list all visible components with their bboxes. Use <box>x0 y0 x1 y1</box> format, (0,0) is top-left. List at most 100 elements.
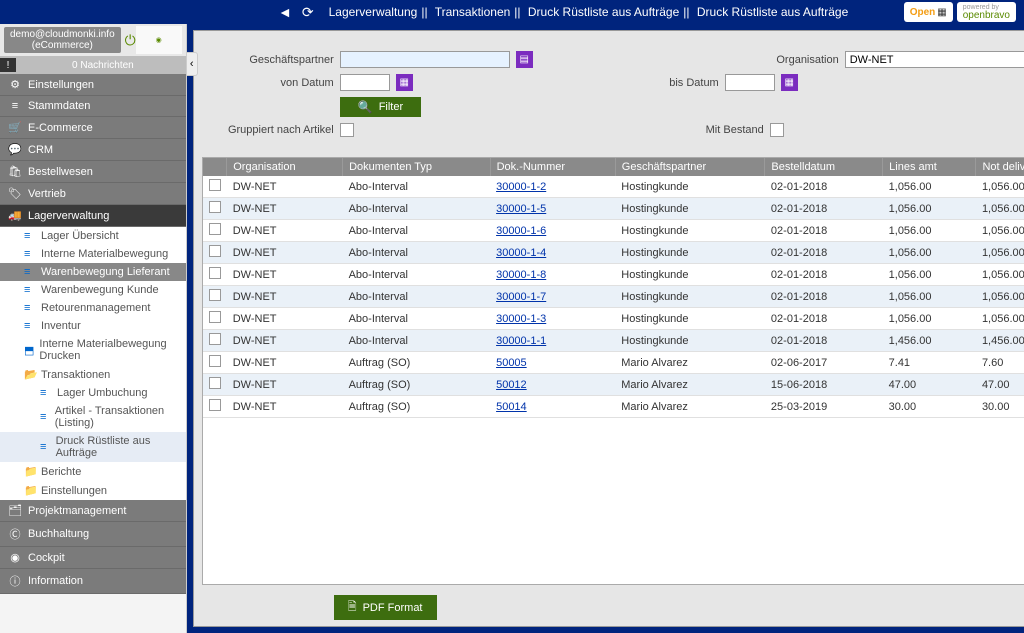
sub-item[interactable]: ≡Artikel - Transaktionen (Listing) <box>0 402 186 432</box>
sub-item[interactable]: ≡Lager Umbuchung <box>0 384 186 402</box>
row-checkbox[interactable] <box>209 377 221 389</box>
cell: 02-01-2018 <box>765 220 883 242</box>
group-label: Gruppiert nach Artikel <box>224 124 334 136</box>
doc-number-link[interactable]: 50005 <box>490 352 615 374</box>
column-header[interactable]: Lines amt <box>883 158 976 176</box>
refresh-icon[interactable]: ⟳ <box>302 4 314 21</box>
menu-item[interactable]: ⚙Einstellungen <box>0 74 186 96</box>
from-date-picker-button[interactable]: ▦ <box>396 74 413 91</box>
column-header[interactable]: Not delivery <box>976 158 1024 176</box>
cell: 1,056.00 <box>976 308 1024 330</box>
column-header[interactable]: Dok.-Nummer <box>490 158 615 176</box>
table-row[interactable]: DW-NETAbo-Interval30000-1-6Hostingkunde0… <box>203 220 1024 242</box>
messages-bar[interactable]: !0 Nachrichten <box>0 56 186 74</box>
sub-item[interactable]: ⬒Interne Materialbewegung Drucken <box>0 335 186 365</box>
user-badge[interactable]: demo@cloudmonki.info (eCommerce) <box>4 27 121 53</box>
filter-button[interactable]: 🔍Filter <box>340 97 421 117</box>
cell: Mario Alvarez <box>615 396 765 418</box>
table-row[interactable]: DW-NETAuftrag (SO)50012Mario Alvarez15-0… <box>203 374 1024 396</box>
cell: 1,056.00 <box>883 220 976 242</box>
doc-number-link[interactable]: 30000-1-6 <box>490 220 615 242</box>
alert-icon: ! <box>0 58 16 72</box>
bp-lookup-button[interactable]: ▤ <box>516 51 533 68</box>
table-row[interactable]: DW-NETAbo-Interval30000-1-5Hostingkunde0… <box>203 198 1024 220</box>
sub-item[interactable]: ≡Lager Übersicht <box>0 227 186 245</box>
doc-number-link[interactable]: 30000-1-3 <box>490 308 615 330</box>
doc-number-link[interactable]: 30000-1-2 <box>490 176 615 198</box>
breadcrumb-2[interactable]: Druck Rüstliste aus Aufträge <box>528 5 679 19</box>
sub-item[interactable]: ≡Retourenmanagement <box>0 299 186 317</box>
table-row[interactable]: DW-NETAbo-Interval30000-1-2Hostingkunde0… <box>203 176 1024 198</box>
menu-item[interactable]: 🏷Vertrieb <box>0 183 186 205</box>
sub-item[interactable]: ≡Interne Materialbewegung <box>0 245 186 263</box>
pdf-button[interactable]: 🗎PDF Format <box>334 595 437 620</box>
stock-checkbox[interactable] <box>770 123 784 137</box>
group-checkbox[interactable] <box>340 123 354 137</box>
cell: DW-NET <box>227 264 343 286</box>
row-checkbox[interactable] <box>209 355 221 367</box>
menu-item[interactable]: ≡Stammdaten <box>0 96 186 117</box>
row-checkbox[interactable] <box>209 399 221 411</box>
row-checkbox[interactable] <box>209 179 221 191</box>
table-row[interactable]: DW-NETAbo-Interval30000-1-7Hostingkunde0… <box>203 286 1024 308</box>
doc-number-link[interactable]: 30000-1-7 <box>490 286 615 308</box>
cell: DW-NET <box>227 352 343 374</box>
results-grid: OrganisationDokumenten TypDok.-NummerGes… <box>202 157 1024 585</box>
menu-item[interactable]: 🛍Bestellwesen <box>0 161 186 183</box>
row-checkbox[interactable] <box>209 289 221 301</box>
sub-item[interactable]: ≡Inventur <box>0 317 186 335</box>
row-checkbox[interactable] <box>209 311 221 323</box>
menu-item[interactable]: 🛒E-Commerce <box>0 117 186 139</box>
sub-item[interactable]: ≡Warenbewegung Kunde <box>0 281 186 299</box>
column-header[interactable]: Geschäftspartner <box>615 158 765 176</box>
doc-number-link[interactable]: 30000-1-4 <box>490 242 615 264</box>
cell: 15-06-2018 <box>765 374 883 396</box>
select-all-checkbox[interactable] <box>203 158 227 176</box>
sub-item[interactable]: ≡Warenbewegung Lieferant <box>0 263 186 281</box>
collapse-sidebar-button[interactable]: ‹ <box>186 52 198 76</box>
sub-item[interactable]: 📁Berichte <box>0 462 186 481</box>
cell: 1,456.00 <box>976 330 1024 352</box>
to-date-picker-button[interactable]: ▦ <box>781 74 798 91</box>
breadcrumb-1[interactable]: Transaktionen <box>435 5 511 19</box>
doc-number-link[interactable]: 50012 <box>490 374 615 396</box>
table-row[interactable]: DW-NETAbo-Interval30000-1-1Hostingkunde0… <box>203 330 1024 352</box>
sub-item[interactable]: ≡Druck Rüstliste aus Aufträge <box>0 432 186 462</box>
to-date-input[interactable] <box>725 74 775 91</box>
menu-item[interactable]: ⒸBuchhaltung <box>0 522 186 547</box>
row-checkbox[interactable] <box>209 201 221 213</box>
sub-item[interactable]: 📂Transaktionen <box>0 365 186 384</box>
row-checkbox[interactable] <box>209 333 221 345</box>
cell: 1,056.00 <box>883 308 976 330</box>
menu-lagerverwaltung[interactable]: 🚚Lagerverwaltung <box>0 205 186 227</box>
doc-number-link[interactable]: 30000-1-1 <box>490 330 615 352</box>
cell: Auftrag (SO) <box>343 374 491 396</box>
column-header[interactable]: Dokumenten Typ <box>343 158 491 176</box>
cell: Mario Alvarez <box>615 352 765 374</box>
breadcrumb-0[interactable]: Lagerverwaltung <box>329 5 418 19</box>
doc-number-link[interactable]: 30000-1-8 <box>490 264 615 286</box>
menu-item[interactable]: ◉Cockpit <box>0 547 186 569</box>
table-row[interactable]: DW-NETAuftrag (SO)50005Mario Alvarez02-0… <box>203 352 1024 374</box>
row-checkbox[interactable] <box>209 223 221 235</box>
table-row[interactable]: DW-NETAbo-Interval30000-1-4Hostingkunde0… <box>203 242 1024 264</box>
table-row[interactable]: DW-NETAuftrag (SO)50014Mario Alvarez25-0… <box>203 396 1024 418</box>
back-icon[interactable]: ◄ <box>278 4 292 21</box>
cell: DW-NET <box>227 198 343 220</box>
doc-number-link[interactable]: 30000-1-5 <box>490 198 615 220</box>
column-header[interactable]: Organisation <box>227 158 343 176</box>
from-date-input[interactable] <box>340 74 390 91</box>
sub-item[interactable]: 📁Einstellungen <box>0 481 186 500</box>
row-checkbox[interactable] <box>209 267 221 279</box>
menu-item[interactable]: ⓘInformation <box>0 569 186 594</box>
power-icon[interactable]: ⏻ <box>125 32 136 49</box>
menu-item[interactable]: 💬CRM <box>0 139 186 161</box>
table-row[interactable]: DW-NETAbo-Interval30000-1-8Hostingkunde0… <box>203 264 1024 286</box>
doc-number-link[interactable]: 50014 <box>490 396 615 418</box>
table-row[interactable]: DW-NETAbo-Interval30000-1-3Hostingkunde0… <box>203 308 1024 330</box>
bp-input[interactable] <box>340 51 510 68</box>
menu-item[interactable]: 🗂Projektmanagement <box>0 500 186 522</box>
row-checkbox[interactable] <box>209 245 221 257</box>
column-header[interactable]: Bestelldatum <box>765 158 883 176</box>
org-select[interactable]: DW-NET <box>845 51 1024 68</box>
